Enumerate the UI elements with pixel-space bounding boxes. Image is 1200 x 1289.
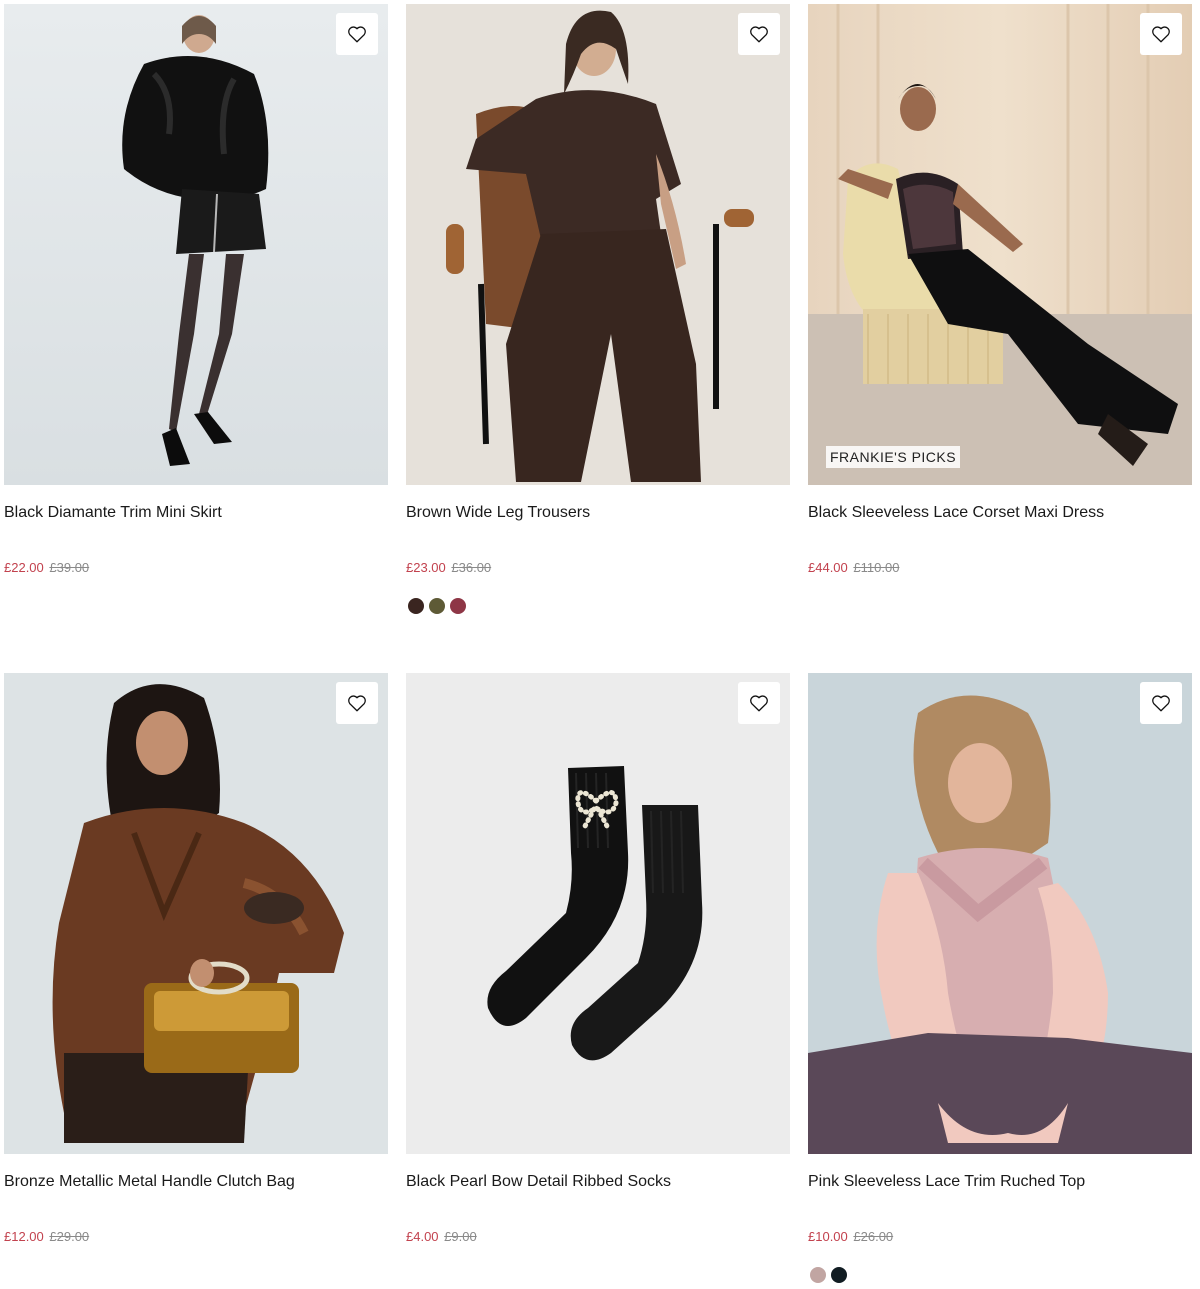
product-image[interactable]: FRANKIE'S PICKS	[808, 4, 1192, 485]
original-price: £9.00	[444, 1229, 477, 1244]
product-title[interactable]: Black Sleeveless Lace Corset Maxi Dress	[808, 504, 1104, 522]
sale-price: £12.00	[4, 1229, 44, 1244]
product-badge: FRANKIE'S PICKS	[826, 446, 961, 468]
original-price: £39.00	[49, 560, 90, 575]
product-price: £12.00 £29.00	[4, 1229, 89, 1244]
original-price: £26.00	[853, 1229, 894, 1244]
product-card[interactable]: Black Diamante Trim Mini Skirt £22.00 £3…	[4, 4, 388, 624]
color-swatches	[408, 598, 466, 614]
sale-price: £4.00	[406, 1229, 439, 1244]
original-price: £110.00	[853, 560, 900, 575]
wishlist-button[interactable]	[336, 13, 378, 55]
heart-icon	[1152, 695, 1170, 712]
product-image[interactable]	[808, 673, 1192, 1154]
product-card[interactable]: FRANKIE'S PICKS Black Sleeveless Lace Co…	[808, 4, 1192, 624]
heart-icon	[1152, 26, 1170, 43]
product-title[interactable]: Black Pearl Bow Detail Ribbed Socks	[406, 1173, 671, 1191]
heart-icon	[348, 26, 366, 43]
color-swatch-pink[interactable]	[810, 1267, 826, 1283]
product-card[interactable]: Brown Wide Leg Trousers £23.00 £36.00	[406, 4, 790, 624]
heart-icon	[348, 695, 366, 712]
sale-price: £23.00	[406, 560, 446, 575]
product-image[interactable]	[406, 673, 790, 1154]
sale-price: £44.00	[808, 560, 848, 575]
product-title[interactable]: Pink Sleeveless Lace Trim Ruched Top	[808, 1173, 1085, 1191]
color-swatch-brown[interactable]	[408, 598, 424, 614]
wishlist-button[interactable]	[1140, 682, 1182, 724]
original-price: £36.00	[451, 560, 492, 575]
wishlist-button[interactable]	[738, 13, 780, 55]
sale-price: £10.00	[808, 1229, 848, 1244]
product-title[interactable]: Brown Wide Leg Trousers	[406, 504, 590, 522]
product-price: £44.00 £110.00	[808, 560, 899, 575]
product-price: £23.00 £36.00	[406, 560, 491, 575]
product-card[interactable]: Black Pearl Bow Detail Ribbed Socks £4.0…	[406, 673, 790, 1289]
product-price: £22.00 £39.00	[4, 560, 89, 575]
original-price: £29.00	[49, 1229, 90, 1244]
product-title[interactable]: Black Diamante Trim Mini Skirt	[4, 504, 222, 522]
product-image[interactable]	[406, 4, 790, 485]
sale-price: £22.00	[4, 560, 44, 575]
color-swatch-berry[interactable]	[450, 598, 466, 614]
product-card[interactable]: Pink Sleeveless Lace Trim Ruched Top £10…	[808, 673, 1192, 1289]
product-title[interactable]: Bronze Metallic Metal Handle Clutch Bag	[4, 1173, 295, 1191]
wishlist-button[interactable]	[738, 682, 780, 724]
heart-icon	[750, 695, 768, 712]
product-card[interactable]: Bronze Metallic Metal Handle Clutch Bag …	[4, 673, 388, 1289]
color-swatches	[810, 1267, 847, 1283]
product-image[interactable]	[4, 673, 388, 1154]
product-price: £4.00 £9.00	[406, 1229, 477, 1244]
heart-icon	[750, 26, 768, 43]
wishlist-button[interactable]	[336, 682, 378, 724]
product-price: £10.00 £26.00	[808, 1229, 893, 1244]
color-swatch-black[interactable]	[831, 1267, 847, 1283]
color-swatch-khaki[interactable]	[429, 598, 445, 614]
product-image[interactable]	[4, 4, 388, 485]
wishlist-button[interactable]	[1140, 13, 1182, 55]
